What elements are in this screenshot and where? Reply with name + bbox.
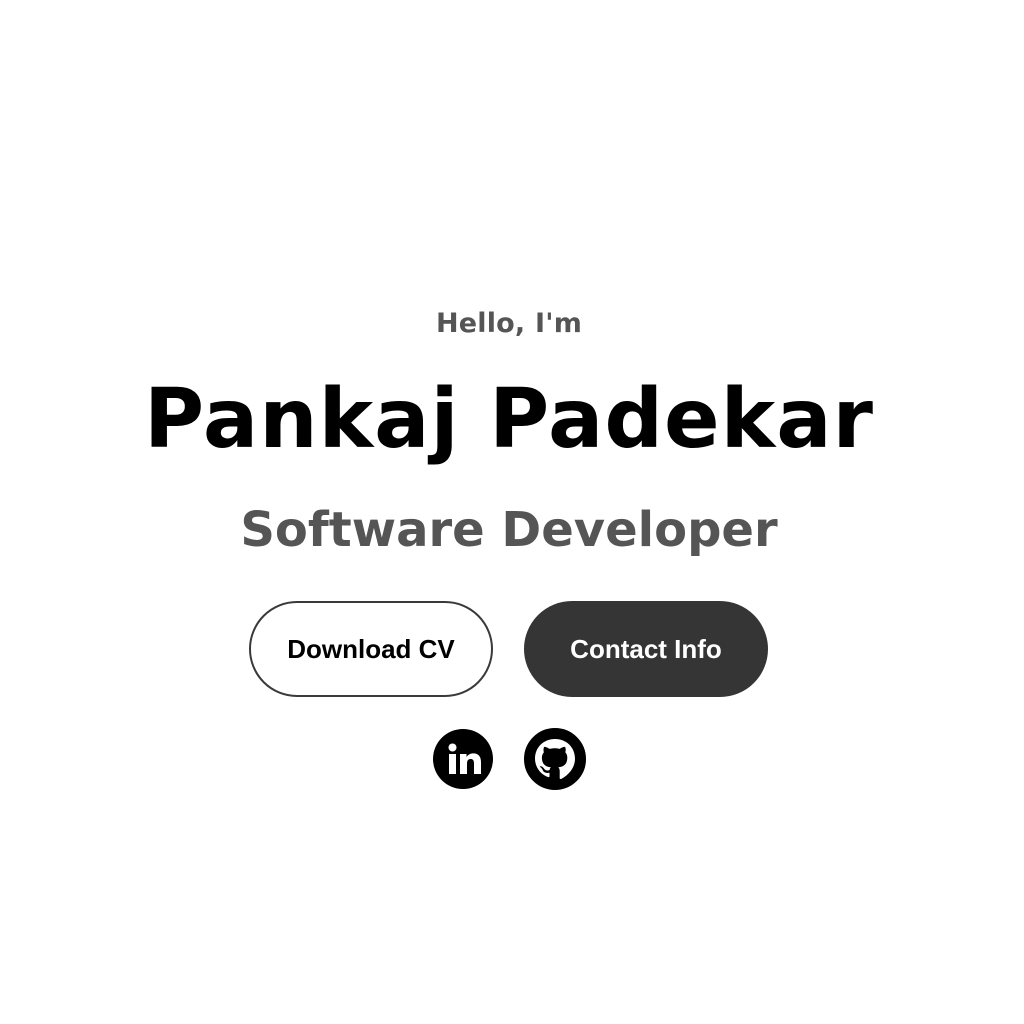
profile-role: Software Developer	[240, 502, 778, 558]
download-cv-button[interactable]: Download CV	[249, 601, 493, 697]
profile-name: Pankaj Padekar	[144, 372, 874, 467]
linkedin-icon[interactable]	[432, 728, 494, 790]
hero-section: Hello, I'm Pankaj Padekar Software Devel…	[0, 0, 1024, 1024]
github-icon-graphic	[524, 728, 586, 790]
contact-info-button[interactable]: Contact Info	[524, 601, 768, 697]
greeting-text: Hello, I'm	[435, 308, 583, 339]
github-icon[interactable]	[524, 728, 586, 790]
linkedin-icon-graphic	[433, 729, 493, 789]
